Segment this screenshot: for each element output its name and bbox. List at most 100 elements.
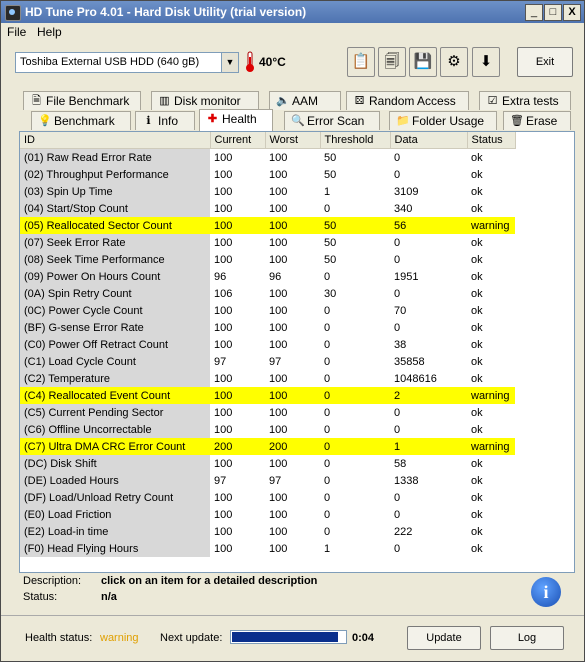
download-button[interactable]: ⬇ [472, 47, 500, 77]
table-row[interactable]: (09) Power On Hours Count 96 96 0 1951 ok [20, 268, 515, 285]
temperature-value: 40°C [259, 55, 286, 69]
dice-icon: ⚄ [354, 95, 365, 107]
cell-status: ok [471, 304, 483, 317]
table-row[interactable]: (BF) G-sense Error Rate 100 100 0 0 ok [20, 319, 515, 336]
table-row[interactable]: (DC) Disk Shift 100 100 0 58 ok [20, 455, 515, 472]
exit-button[interactable]: Exit [517, 47, 573, 77]
cell-id: (DC) Disk Shift [20, 455, 210, 472]
tab-aam[interactable]: 🔈 AAM [269, 91, 341, 110]
table-row[interactable]: (F0) Head Flying Hours 100 100 1 0 ok [20, 540, 515, 557]
tab-info[interactable]: ℹ Info [135, 111, 195, 130]
progress-fill [232, 632, 338, 642]
table-row[interactable]: (08) Seek Time Performance 100 100 50 0 ok [20, 251, 515, 268]
cell-threshold: 0 [324, 525, 331, 538]
minimize-button[interactable]: _ [525, 4, 543, 21]
cell-worst: 100 [269, 338, 288, 351]
copy-text-button[interactable]: 📋 [347, 47, 375, 77]
table-row[interactable]: (E0) Load Friction 100 100 0 0 ok [20, 506, 515, 523]
table-row[interactable]: (05) Reallocated Sector Count 100 100 50 56 w… [20, 217, 515, 234]
cell-id: (E2) Load-in time [20, 523, 210, 540]
options-button[interactable]: ⚙ [440, 47, 468, 77]
cell-threshold: 0 [324, 355, 331, 368]
menu-help[interactable]: Help [37, 25, 62, 39]
description-label: Description: [23, 575, 82, 587]
cell-data: 1951 [394, 270, 419, 283]
cell-threshold: 0 [324, 457, 331, 470]
menu-file[interactable]: File [7, 25, 26, 39]
table-row[interactable]: (DE) Loaded Hours 97 97 0 1338 ok [20, 472, 515, 489]
table-row[interactable]: (C4) Reallocated Event Count 100 100 0 2 warn… [20, 387, 515, 404]
close-button[interactable]: X [563, 4, 581, 21]
cell-data: 1048616 [394, 372, 437, 385]
tab-benchmark[interactable]: 💡 Benchmark [31, 111, 131, 130]
cell-current: 100 [214, 151, 233, 164]
chevron-down-icon[interactable]: ▼ [221, 53, 238, 72]
checklist-icon: ☑ [487, 95, 498, 107]
cell-current: 100 [214, 236, 233, 249]
cell-worst: 100 [269, 253, 288, 266]
table-row[interactable]: (C1) Load Cycle Count 97 97 0 35858 ok [20, 353, 515, 370]
tab-random-access[interactable]: ⚄ Random Access [346, 91, 469, 110]
table-row[interactable]: (C0) Power Off Retract Count 100 100 0 38 ok [20, 336, 515, 353]
title-bar[interactable]: HD Tune Pro 4.01 - Hard Disk Utility (tr… [1, 1, 584, 23]
cell-id: (08) Seek Time Performance [20, 251, 210, 268]
table-row[interactable]: (03) Spin Up Time 100 100 1 3109 ok [20, 183, 515, 200]
tab-folder-usage[interactable]: 📁 Folder Usage [389, 111, 497, 130]
copy-screenshot-button[interactable]: 🗐 [378, 47, 406, 77]
table-row[interactable]: (04) Start/Stop Count 100 100 0 340 ok [20, 200, 515, 217]
log-button[interactable]: Log [490, 626, 564, 650]
cell-current: 100 [214, 423, 233, 436]
maximize-button[interactable]: □ [544, 4, 562, 21]
health-status-value: warning [100, 632, 139, 644]
cell-threshold: 0 [324, 491, 331, 504]
cell-worst: 100 [269, 525, 288, 538]
tab-error-scan[interactable]: 🔍 Error Scan [284, 111, 380, 130]
table-row[interactable]: (DF) Load/Unload Retry Count 100 100 0 0 ok [20, 489, 515, 506]
cell-worst: 100 [265, 217, 320, 234]
cell-id: (07) Seek Error Rate [20, 234, 210, 251]
cell-status: ok [471, 202, 483, 215]
tab-disk-monitor[interactable]: ▥ Disk monitor [151, 91, 259, 110]
cell-current: 100 [214, 321, 233, 334]
col-header-status[interactable]: Status [467, 132, 516, 149]
cell-status: ok [471, 508, 483, 521]
drive-select[interactable]: Toshiba External USB HDD (640 gB) ▼ [15, 52, 239, 73]
table-row[interactable]: (0A) Spin Retry Count 106 100 30 0 ok [20, 285, 515, 302]
table-row[interactable]: (C2) Temperature 100 100 0 1048616 ok [20, 370, 515, 387]
table-row[interactable]: (E2) Load-in time 100 100 0 222 ok [20, 523, 515, 540]
app-icon [5, 5, 21, 21]
col-header-current[interactable]: Current [210, 132, 266, 149]
save-button[interactable]: 💾 [409, 47, 437, 77]
cell-threshold: 0 [320, 438, 390, 455]
col-header-data[interactable]: Data [390, 132, 468, 149]
cell-threshold: 30 [324, 287, 337, 300]
cell-id: (C5) Current Pending Sector [20, 404, 210, 421]
col-header-worst[interactable]: Worst [265, 132, 321, 149]
menu-bar: File Help [1, 23, 584, 41]
col-header-threshold[interactable]: Threshold [320, 132, 391, 149]
table-row[interactable]: (01) Raw Read Error Rate 100 100 50 0 ok [20, 148, 515, 166]
cell-worst: 100 [269, 406, 288, 419]
cell-id: (C4) Reallocated Event Count [20, 387, 210, 404]
table-row[interactable]: (0C) Power Cycle Count 100 100 0 70 ok [20, 302, 515, 319]
table-row[interactable]: (07) Seek Error Rate 100 100 50 0 ok [20, 234, 515, 251]
description-text: click on an item for a detailed descript… [101, 575, 318, 587]
table-row[interactable]: (C7) Ultra DMA CRC Error Count 200 200 0 1 wa… [20, 438, 515, 455]
cell-data: 340 [394, 202, 413, 215]
info-button[interactable]: i [531, 577, 561, 607]
col-header-id[interactable]: ID [20, 132, 211, 149]
update-button[interactable]: Update [407, 626, 481, 650]
table-row[interactable]: (C6) Offline Uncorrectable 100 100 0 0 ok [20, 421, 515, 438]
table-row[interactable]: (02) Throughput Performance 100 100 50 0 ok [20, 166, 515, 183]
table-row[interactable]: (C5) Current Pending Sector 100 100 0 0 ok [20, 404, 515, 421]
cell-threshold: 50 [324, 151, 337, 164]
tab-health[interactable]: ✚ Health [199, 109, 273, 131]
info-icon: i [543, 582, 549, 602]
tab-extra-tests[interactable]: ☑ Extra tests [479, 91, 571, 110]
cell-current: 100 [214, 457, 233, 470]
cell-id: (C6) Offline Uncorrectable [20, 421, 210, 438]
cell-threshold: 0 [324, 423, 331, 436]
cell-status: ok [471, 491, 483, 504]
tab-file-benchmark[interactable]: 🗎 File Benchmark [23, 91, 141, 110]
tab-erase[interactable]: 🗑 Erase [503, 111, 571, 130]
